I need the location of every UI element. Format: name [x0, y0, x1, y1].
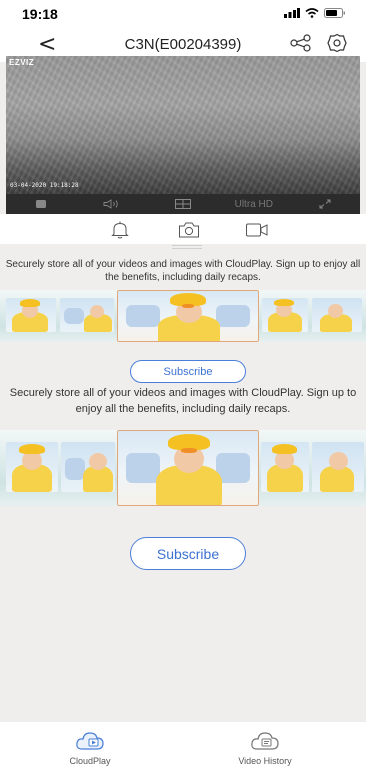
bell-icon[interactable]	[110, 220, 130, 240]
stop-icon	[36, 200, 47, 208]
video-frame	[6, 56, 360, 194]
bottom-tab-bar: CloudPlay Video History	[0, 722, 366, 773]
fullscreen-icon	[319, 199, 331, 209]
subscribe-button-large[interactable]: Subscribe	[130, 537, 246, 570]
camera-snapshot-icon[interactable]	[178, 220, 200, 240]
photo-strip-small	[0, 290, 366, 342]
tab-cloudplay[interactable]: CloudPlay	[45, 730, 135, 766]
drag-handle[interactable]	[172, 245, 202, 249]
subscribe-button-small[interactable]: Subscribe	[130, 360, 246, 383]
wifi-icon	[305, 8, 319, 18]
baby-photo-thumbnail	[261, 442, 309, 492]
video-timestamp: 03-04-2020 19:18:28	[10, 182, 79, 189]
baby-photo-thumbnail	[6, 298, 56, 332]
status-bar: 19:18	[0, 0, 366, 28]
baby-photo-thumbnail	[61, 442, 115, 492]
speaker-icon	[103, 199, 118, 209]
tab-video-history[interactable]: Video History	[220, 730, 310, 766]
featured-baby-photo	[117, 430, 259, 506]
quality-selector[interactable]: Ultra HD	[218, 199, 289, 210]
layout-button[interactable]	[148, 199, 219, 209]
tab-video-history-label: Video History	[238, 756, 292, 766]
promo-text-small: Securely store all of your videos and im…	[5, 259, 361, 283]
stop-button[interactable]	[6, 200, 77, 208]
baby-photo-thumbnail	[60, 298, 114, 332]
baby-photo-thumbnail	[6, 442, 58, 492]
baby-photo-thumbnail	[312, 442, 364, 492]
status-icons	[284, 8, 346, 18]
action-row	[0, 214, 366, 244]
featured-baby-photo	[117, 290, 259, 342]
video-controls: Ultra HD	[6, 194, 360, 214]
live-video-view[interactable]: EZVIZ 03-04-2020 19:18:28	[6, 56, 360, 194]
cloud-play-icon	[76, 732, 104, 750]
baby-photo-thumbnail	[262, 298, 308, 332]
video-logo: EZVIZ	[9, 58, 35, 67]
grid-icon	[174, 199, 191, 209]
fullscreen-button[interactable]	[289, 199, 360, 209]
share-icon[interactable]	[290, 34, 312, 52]
photo-strip-large	[0, 430, 366, 506]
baby-photo-thumbnail	[312, 298, 362, 332]
video-record-icon[interactable]	[245, 220, 269, 240]
video-history-icon	[251, 732, 279, 750]
signal-icon	[284, 8, 300, 18]
settings-gear-icon[interactable]	[327, 33, 347, 53]
battery-icon	[324, 8, 345, 18]
promo-text-large: Securely store all of your videos and im…	[9, 387, 357, 415]
tab-cloudplay-label: CloudPlay	[69, 756, 111, 766]
status-time: 19:18	[22, 6, 58, 22]
sound-button[interactable]	[77, 199, 148, 209]
